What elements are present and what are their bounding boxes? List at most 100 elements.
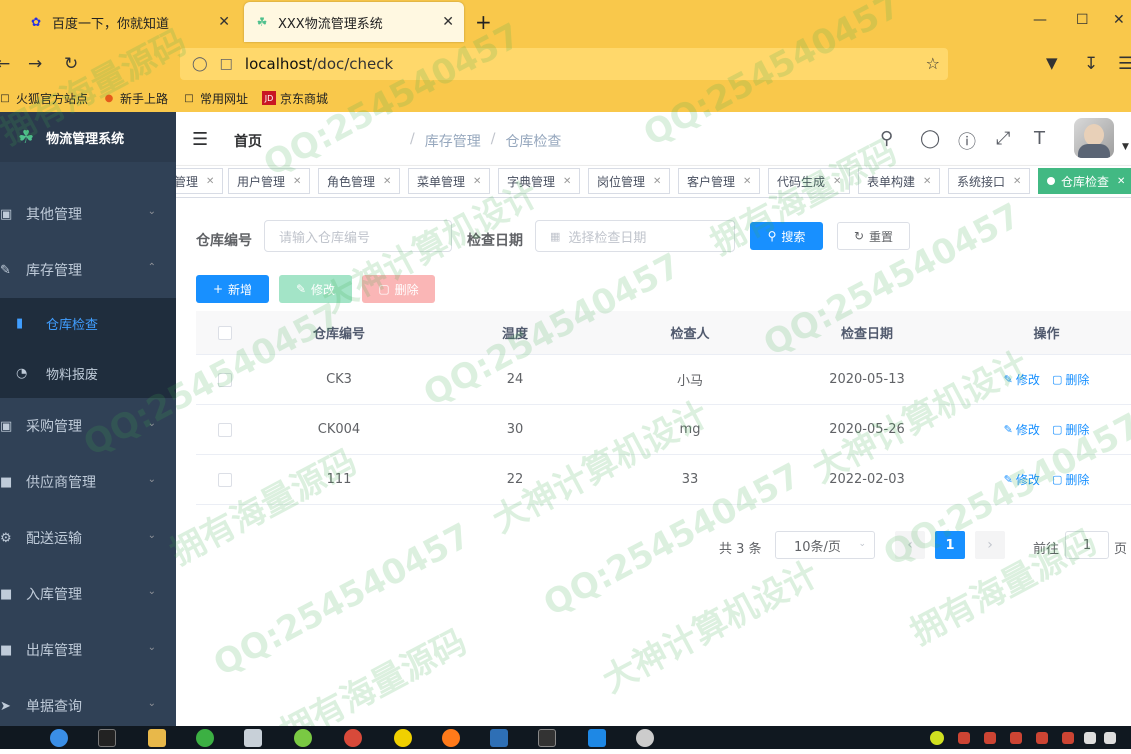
sidebar-item-delivery[interactable]: ⚙ 配送运输 ⌄: [0, 510, 176, 566]
close-icon[interactable]: ✕: [442, 14, 454, 30]
tag-item[interactable]: 角色管理 ✕: [318, 168, 401, 194]
row-delete-link[interactable]: ▢ 删除: [1052, 421, 1089, 438]
breadcrumb-home[interactable]: 首页: [234, 131, 400, 151]
tag-item[interactable]: 岗位管理 ✕: [588, 168, 671, 194]
reset-button[interactable]: ↻ 重置: [837, 222, 910, 250]
tray-icon[interactable]: [958, 732, 970, 744]
tag-item[interactable]: 字典管理 ✕: [498, 168, 581, 194]
vscode-icon[interactable]: [588, 729, 606, 747]
star-icon[interactable]: ☆: [926, 54, 940, 73]
bookmark-item[interactable]: ● 新手上路: [102, 90, 168, 107]
download-icon[interactable]: ↧: [1084, 54, 1098, 74]
row-checkbox[interactable]: [218, 472, 232, 487]
check-date-input[interactable]: ▦ 选择检查日期: [535, 220, 735, 252]
tag-item-active[interactable]: 仓库检查 ✕: [1038, 168, 1131, 194]
window-close-icon[interactable]: ✕: [1113, 12, 1125, 28]
row-checkbox[interactable]: [218, 422, 232, 437]
tag-item[interactable]: 代码生成 ✕: [768, 168, 851, 194]
app-icon[interactable]: [344, 729, 362, 747]
caret-down-icon[interactable]: ▼: [1122, 142, 1129, 152]
browser-tab-baidu[interactable]: ✿ 百度一下，你就知道 ✕: [18, 2, 240, 42]
folder-icon[interactable]: [148, 729, 166, 747]
row-delete-link[interactable]: ▢ 删除: [1052, 471, 1089, 488]
app-logo[interactable]: ☘ 物流管理系统: [0, 112, 176, 162]
sidebar-subitem-scrap[interactable]: ◔ 物料报废: [0, 348, 176, 398]
tray-icon[interactable]: [1036, 732, 1048, 744]
row-delete-link[interactable]: ▢ 删除: [1052, 371, 1089, 388]
page-number-active[interactable]: 1: [935, 531, 965, 559]
sidebar-item-inbound[interactable]: ■ 入库管理 ⌄: [0, 566, 176, 622]
new-tab-button[interactable]: +: [475, 10, 492, 34]
tray-icon[interactable]: [930, 731, 944, 745]
row-checkbox[interactable]: [218, 372, 232, 387]
terminal-icon[interactable]: [98, 729, 116, 747]
maximize-icon[interactable]: ☐: [1076, 12, 1089, 28]
sidebar-item-inventory[interactable]: ✎ 库存管理 ⌃: [0, 242, 176, 298]
close-icon[interactable]: ✕: [1013, 176, 1021, 187]
close-icon[interactable]: ✕: [563, 176, 571, 187]
add-button[interactable]: + 新增: [196, 275, 269, 303]
close-icon[interactable]: ✕: [1117, 176, 1125, 187]
row-edit-link[interactable]: ✎ 修改: [1004, 471, 1040, 488]
close-icon[interactable]: ✕: [833, 176, 841, 187]
close-icon[interactable]: ✕: [206, 176, 214, 187]
volume-icon[interactable]: [1104, 732, 1116, 744]
tag-item[interactable]: 表单构建 ✕: [858, 168, 941, 194]
avatar[interactable]: [1074, 118, 1114, 158]
sidebar-item-other[interactable]: ▣ 其他管理 ⌄: [0, 186, 176, 242]
minimize-icon[interactable]: —: [1033, 12, 1047, 28]
tag-item[interactable]: 管理 ✕: [176, 168, 224, 194]
close-icon[interactable]: ✕: [473, 176, 481, 187]
browser-tab-app[interactable]: ☘ XXX物流管理系统 ✕: [244, 2, 464, 42]
search-button[interactable]: ⚲ 搜索: [750, 222, 823, 250]
sidebar-item-documents[interactable]: ➤ 单据查询 ⌄: [0, 678, 176, 726]
menu-icon[interactable]: ☰: [1118, 54, 1131, 74]
hamburger-icon[interactable]: ☰: [192, 129, 208, 150]
wechat-icon[interactable]: [196, 729, 214, 747]
app-icon[interactable]: [636, 729, 654, 747]
help-icon[interactable]: ⓘ: [958, 128, 976, 154]
next-page-button[interactable]: ›: [975, 531, 1005, 559]
close-icon[interactable]: ✕: [923, 176, 931, 187]
sidebar-item-outbound[interactable]: ■ 出库管理 ⌄: [0, 622, 176, 678]
edit-button[interactable]: ✎ 修改: [279, 275, 352, 303]
sidebar-item-supplier[interactable]: ■ 供应商管理 ⌄: [0, 454, 176, 510]
sidebar-item-purchase[interactable]: ▣ 采购管理 ⌄: [0, 398, 176, 454]
delete-button[interactable]: ▢ 删除: [362, 275, 435, 303]
tray-icon[interactable]: [1062, 732, 1074, 744]
bookmark-item[interactable]: □ 火狐官方站点: [0, 90, 88, 107]
row-edit-link[interactable]: ✎ 修改: [1004, 421, 1040, 438]
bookmark-item[interactable]: JD 京东商城: [262, 90, 328, 107]
bookmark-item[interactable]: □ 常用网址: [182, 90, 248, 107]
tray-icon[interactable]: [984, 732, 996, 744]
tag-item[interactable]: 用户管理 ✕: [228, 168, 311, 194]
app-icon[interactable]: [538, 729, 556, 747]
reload-icon[interactable]: ↻: [64, 54, 78, 74]
tag-item[interactable]: 客户管理 ✕: [678, 168, 761, 194]
firefox-icon[interactable]: [442, 729, 460, 747]
prev-page-button[interactable]: ‹: [895, 531, 925, 559]
close-icon[interactable]: ✕: [743, 176, 751, 187]
github-icon[interactable]: ◯: [920, 128, 940, 149]
warehouse-code-input[interactable]: 请输入仓库编号: [264, 220, 452, 252]
close-icon[interactable]: ✕: [218, 14, 230, 30]
forward-icon[interactable]: →: [28, 54, 42, 74]
font-size-icon[interactable]: T: [1034, 128, 1045, 149]
page-size-select[interactable]: 10条/页 ⌄: [775, 531, 875, 559]
network-icon[interactable]: [1084, 732, 1096, 744]
tag-item[interactable]: 菜单管理 ✕: [408, 168, 491, 194]
app-icon[interactable]: [394, 729, 412, 747]
app-icon[interactable]: [294, 729, 312, 747]
close-icon[interactable]: ✕: [653, 176, 661, 187]
tray-icon[interactable]: [1010, 732, 1022, 744]
url-bar[interactable]: ◯ □ localhost/doc/check ☆: [180, 48, 948, 80]
row-edit-link[interactable]: ✎ 修改: [1004, 371, 1040, 388]
back-icon[interactable]: ←: [0, 54, 10, 74]
browser-app-icon[interactable]: [50, 729, 68, 747]
search-icon[interactable]: ⚲: [880, 128, 893, 149]
tag-item[interactable]: 系统接口 ✕: [948, 168, 1031, 194]
close-icon[interactable]: ✕: [383, 176, 391, 187]
select-all-checkbox[interactable]: [218, 325, 232, 340]
pocket-icon[interactable]: ▼: [1046, 54, 1058, 72]
fullscreen-icon[interactable]: ⤢: [996, 128, 1010, 149]
